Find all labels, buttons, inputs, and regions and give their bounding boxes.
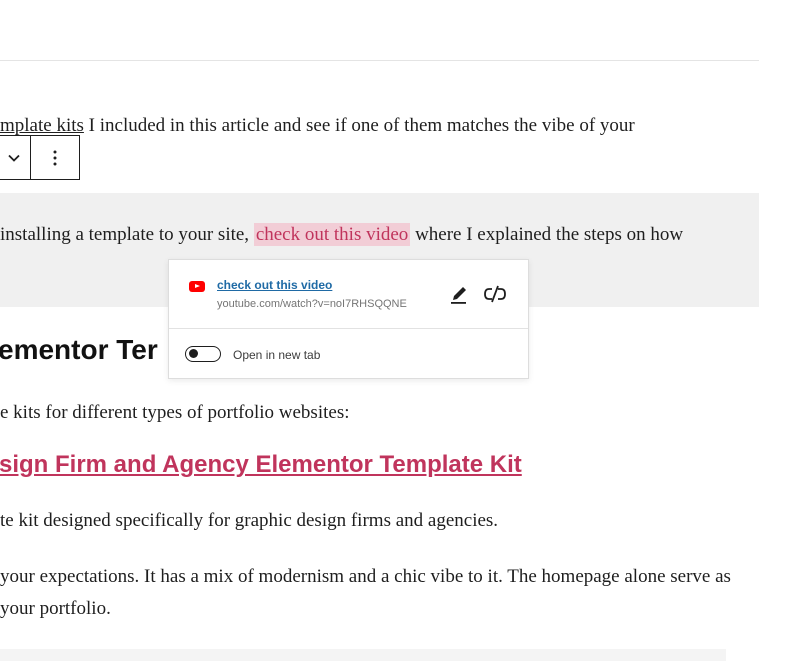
paragraph-text: where I explained the steps on how xyxy=(410,224,684,245)
youtube-icon xyxy=(189,281,205,292)
block-options-button[interactable] xyxy=(31,136,79,179)
open-in-new-tab-label: Open in new tab xyxy=(233,348,321,362)
highlighted-link[interactable]: check out this video xyxy=(253,223,411,246)
remove-link-button[interactable] xyxy=(484,284,506,304)
pencil-icon xyxy=(451,287,466,304)
chevron-down-icon xyxy=(8,154,20,162)
open-in-new-tab-toggle[interactable] xyxy=(185,346,221,362)
section-heading[interactable]: ementor Ter xyxy=(0,334,158,366)
paragraph-block[interactable]: your expectations. It has a mix of moder… xyxy=(0,561,740,625)
toggle-knob xyxy=(189,349,198,358)
inline-link[interactable]: mplate kits xyxy=(0,115,84,136)
paragraph-block[interactable]: mplate kits I included in this article a… xyxy=(0,114,635,139)
editor-right-gutter xyxy=(759,0,800,661)
more-vertical-icon xyxy=(53,150,57,165)
editor-top-area xyxy=(0,0,759,61)
block-toolbar xyxy=(0,135,80,180)
paragraph-block[interactable]: e kits for different types of portfolio … xyxy=(0,401,350,426)
link-popover: check out this video youtube.com/watch?v… xyxy=(168,259,529,379)
edit-link-button[interactable] xyxy=(449,282,469,304)
image-block-edge xyxy=(0,649,726,661)
paragraph-text: installing a template to your site, xyxy=(0,224,254,245)
paragraph-block-selected[interactable]: installing a template to your site, chec… xyxy=(0,223,683,248)
link-preview: check out this video youtube.com/watch?v… xyxy=(169,260,528,329)
template-kit-heading-link[interactable]: sign Firm and Agency Elementor Template … xyxy=(0,451,522,479)
link-preview-url: youtube.com/watch?v=noI7RHSQQNE xyxy=(217,298,407,310)
unlink-icon xyxy=(484,285,506,303)
link-preview-title[interactable]: check out this video xyxy=(217,278,332,292)
paragraph-block[interactable]: te kit designed specifically for graphic… xyxy=(0,509,498,534)
paragraph-text: I included in this article and see if on… xyxy=(83,115,635,136)
block-transform-button[interactable] xyxy=(0,136,31,179)
